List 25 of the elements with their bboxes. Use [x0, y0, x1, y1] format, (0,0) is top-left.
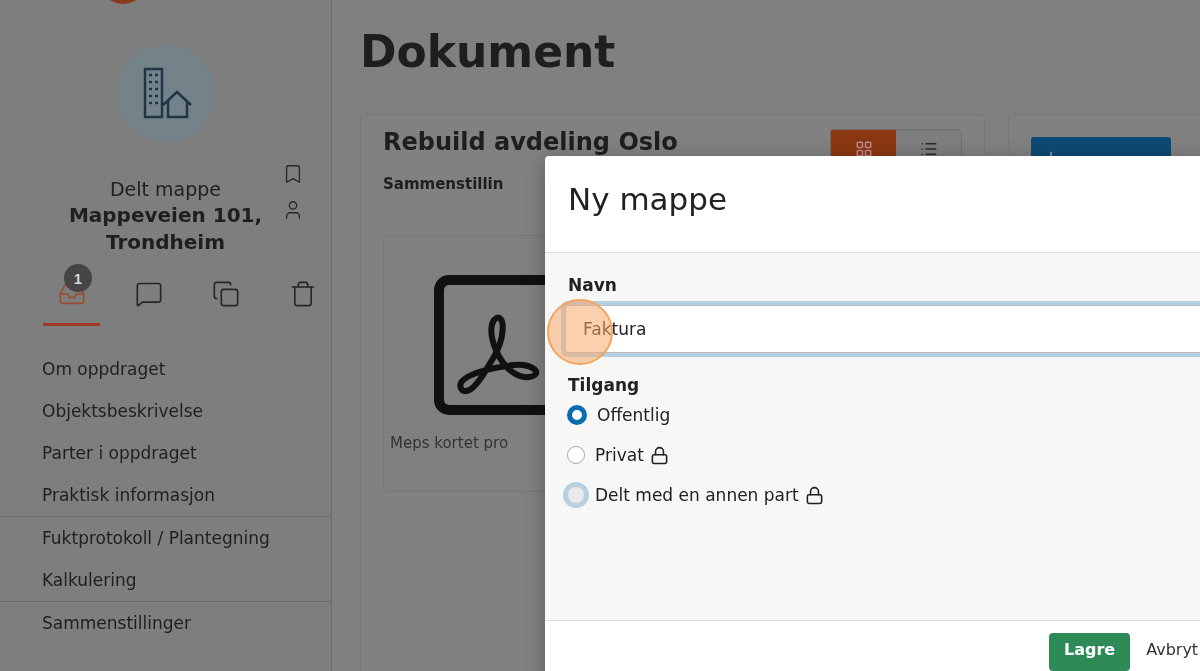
sidebar-tab[interactable]: 1: [43, 264, 100, 326]
radio-button[interactable]: [567, 446, 585, 464]
menu-item[interactable]: Objektsbeskrivelse: [0, 390, 331, 432]
save-button[interactable]: Lagre: [1049, 633, 1131, 671]
grid-icon: [854, 140, 873, 158]
field-label: Navn: [568, 275, 618, 295]
menu-item[interactable]: Kalkulering: [0, 559, 331, 601]
address-line: Trondheim: [105, 229, 226, 256]
radio-button[interactable]: [567, 405, 587, 425]
dialog-title: Ny mappe: [568, 181, 727, 217]
list-icon: [919, 140, 938, 158]
count-badge: 1: [64, 264, 92, 292]
menu-item[interactable]: Sammenstillinger: [0, 602, 331, 644]
cancel-button[interactable]: Avbryt: [1146, 633, 1199, 671]
menu-item[interactable]: Praktisk informasjon: [0, 474, 331, 516]
address-line: Mappeveien 101,: [68, 202, 263, 229]
document-caption: Meps kortet pro: [390, 434, 509, 452]
folder-type-label: Delt mappe: [109, 177, 221, 202]
menu-item[interactable]: Fuktprotokoll / Plantegning: [0, 517, 331, 559]
menu-item[interactable]: Om oppdraget: [0, 348, 331, 390]
card-subtitle: Sammenstillin: [383, 175, 505, 193]
page-title: Dokument: [360, 25, 617, 79]
copy-icon: [211, 279, 240, 308]
menu-item[interactable]: Parter i oppdraget: [0, 432, 331, 474]
card-title: Rebuild avdeling Oslo: [383, 129, 678, 155]
